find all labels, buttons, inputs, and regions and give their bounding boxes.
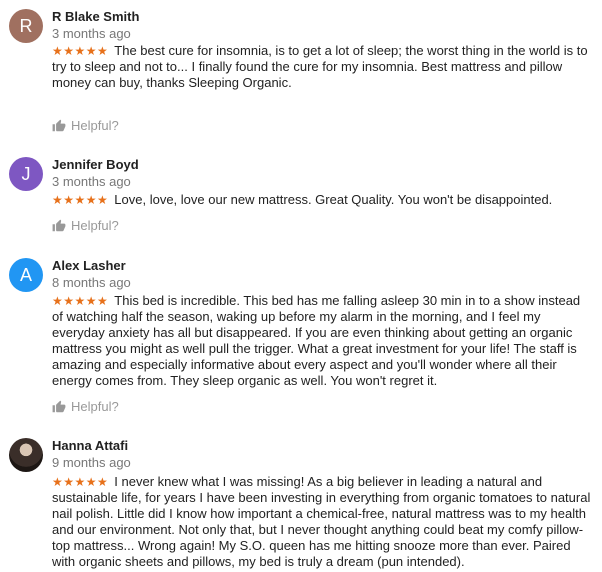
thumbs-up-icon xyxy=(52,400,66,414)
review-text: Love, love, love our new mattress. Great… xyxy=(114,192,553,207)
helpful-button[interactable]: Helpful? xyxy=(52,118,119,134)
helpful-label: Helpful? xyxy=(71,218,119,233)
review-body: ★★★★★ This bed is incredible. This bed ha… xyxy=(52,293,592,389)
avatar-photo[interactable] xyxy=(9,438,43,472)
star-rating: ★★★★★ xyxy=(52,294,109,308)
review-date: 3 months ago xyxy=(52,174,131,189)
review-text: The best cure for insomnia, is to get a … xyxy=(52,43,588,90)
helpful-label: Helpful? xyxy=(71,399,119,414)
reviewer-name[interactable]: Jennifer Boyd xyxy=(52,157,139,173)
star-rating: ★★★★★ xyxy=(52,475,109,489)
helpful-button[interactable]: Helpful? xyxy=(52,218,119,234)
review-body: ★★★★★ The best cure for insomnia, is to g… xyxy=(52,43,592,91)
helpful-button[interactable]: Helpful? xyxy=(52,399,119,415)
reviewer-name[interactable]: Hanna Attafi xyxy=(52,438,128,454)
review-text: This bed is incredible. This bed has me … xyxy=(52,293,581,388)
avatar[interactable]: R xyxy=(9,9,43,43)
review-date: 3 months ago xyxy=(52,26,131,41)
avatar[interactable]: A xyxy=(9,258,43,292)
review-date: 8 months ago xyxy=(52,275,131,290)
reviewer-name[interactable]: Alex Lasher xyxy=(52,258,126,274)
review-text: I never knew what I was missing! As a bi… xyxy=(52,474,591,569)
review-body: ★★★★★ Love, love, love our new mattress. … xyxy=(52,192,592,208)
star-rating: ★★★★★ xyxy=(52,44,109,58)
helpful-label: Helpful? xyxy=(71,118,119,133)
reviewer-name[interactable]: R Blake Smith xyxy=(52,9,139,25)
reviews-list: R R Blake Smith 3 months ago ★★★★★ The be… xyxy=(0,0,602,572)
thumbs-up-icon xyxy=(52,219,66,233)
thumbs-up-icon xyxy=(52,119,66,133)
star-rating: ★★★★★ xyxy=(52,193,109,207)
avatar[interactable]: J xyxy=(9,157,43,191)
review-body: ★★★★★ I never knew what I was missing! As… xyxy=(52,474,592,570)
review-date: 9 months ago xyxy=(52,455,131,470)
